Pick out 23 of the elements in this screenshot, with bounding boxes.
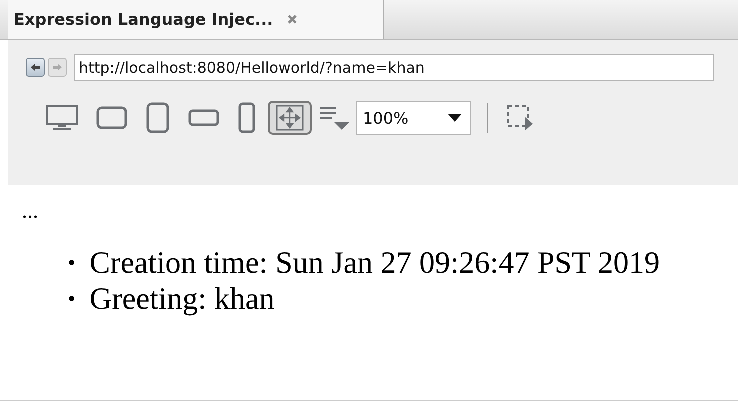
selection-icon[interactable] — [506, 104, 534, 132]
tab-title: Expression Language Injec... — [14, 10, 274, 29]
right-arrow-icon — [52, 63, 63, 72]
move-icon — [275, 104, 305, 132]
left-arrow-icon — [30, 63, 41, 72]
tablet-icon — [96, 105, 128, 131]
zoom-select[interactable]: 100% — [356, 101, 471, 135]
list-item: Greeting: khan — [90, 281, 275, 317]
bullet-icon: • — [68, 245, 76, 281]
phone-icon — [238, 102, 256, 134]
tablet-icon — [145, 102, 171, 134]
list-item: Creation time: Sun Jan 27 09:26:47 PST 2019 — [90, 245, 660, 281]
close-icon[interactable] — [287, 14, 298, 25]
menu-dropdown-icon[interactable] — [318, 104, 352, 132]
ellipsis-text: ... — [22, 199, 40, 223]
monitor-icon — [46, 105, 78, 131]
bullet-icon: • — [68, 281, 76, 317]
tab[interactable]: Expression Language Injec... — [8, 0, 384, 39]
device-button[interactable] — [268, 101, 312, 135]
url-field[interactable]: http://localhost:8080/Helloworld/?name=khan — [74, 54, 714, 81]
back-button[interactable] — [26, 58, 45, 77]
phone-icon — [188, 109, 220, 127]
caret-icon — [448, 114, 462, 122]
